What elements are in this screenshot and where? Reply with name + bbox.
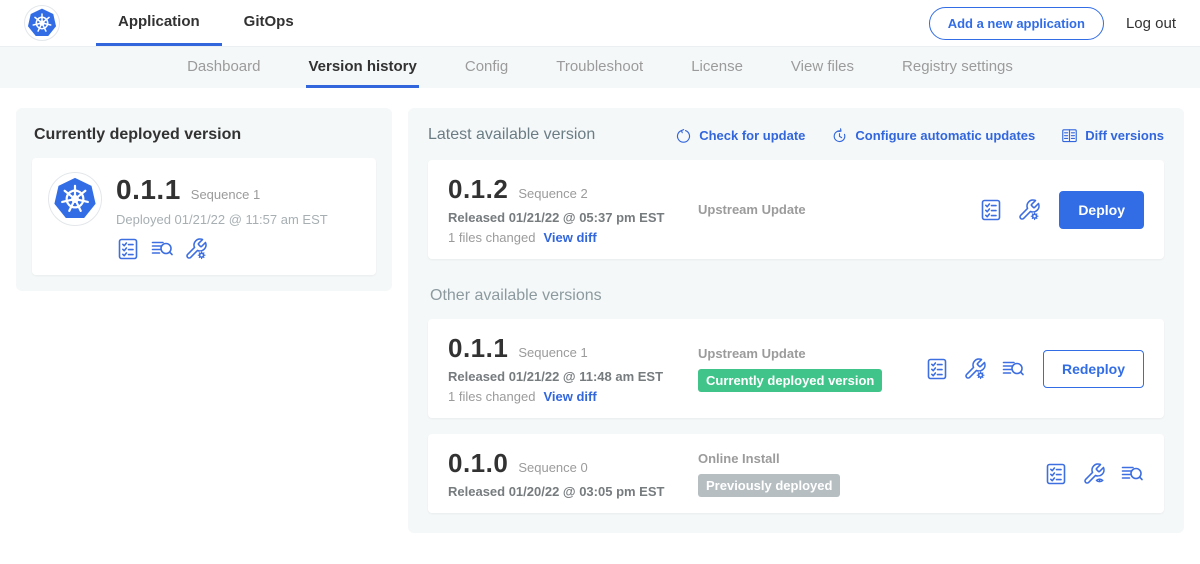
version-card-0-1-0: 0.1.0 Sequence 0 Released 01/20/22 @ 03:…: [428, 434, 1164, 513]
app-logo: [24, 0, 60, 46]
released-timestamp: Released 01/21/22 @ 11:48 am EST: [448, 369, 698, 384]
release-notes-icon[interactable]: [1044, 462, 1068, 486]
history-icon: [831, 127, 848, 144]
currently-deployed-badge: Currently deployed version: [698, 369, 882, 392]
app-avatar: [48, 172, 102, 226]
tab-gitops[interactable]: GitOps: [222, 0, 316, 46]
view-config-icon[interactable]: [1082, 462, 1106, 486]
configure-automatic-updates-link[interactable]: Configure automatic updates: [831, 127, 1035, 144]
released-timestamp: Released 01/21/22 @ 05:37 pm EST: [448, 210, 698, 225]
version-sequence: Sequence 0: [518, 460, 587, 475]
kubernetes-logo: [24, 5, 60, 41]
app-sub-nav: Dashboard Version history Config Trouble…: [0, 47, 1200, 88]
version-source: Online Install: [698, 451, 780, 466]
release-notes-icon[interactable]: [925, 357, 949, 381]
edit-config-icon[interactable]: [1017, 198, 1041, 222]
version-history-page: Currently deployed version 0.1: [0, 88, 1200, 553]
latest-available-title: Latest available version: [428, 126, 595, 144]
deployed-sequence: Sequence 1: [191, 187, 260, 202]
check-for-update-label: Check for update: [699, 128, 805, 143]
top-nav-tabs: Application GitOps: [96, 0, 316, 46]
tab-application[interactable]: Application: [96, 0, 222, 46]
previously-deployed-badge: Previously deployed: [698, 474, 840, 497]
version-number: 0.1.1: [448, 333, 508, 364]
edit-config-icon[interactable]: [963, 357, 987, 381]
top-nav: Application GitOps Add a new application…: [0, 0, 1200, 47]
view-diff-link[interactable]: View diff: [543, 389, 596, 404]
view-files-icon[interactable]: [1001, 357, 1025, 381]
deploy-button[interactable]: Deploy: [1059, 191, 1144, 229]
add-new-application-button[interactable]: Add a new application: [929, 7, 1104, 40]
deployed-version-number: 0.1.1: [116, 174, 181, 206]
view-diff-link[interactable]: View diff: [543, 230, 596, 245]
other-versions-title: Other available versions: [430, 287, 1164, 305]
view-files-icon[interactable]: [150, 237, 174, 261]
edit-config-icon[interactable]: [184, 237, 208, 261]
version-number: 0.1.0: [448, 448, 508, 479]
subtab-troubleshoot[interactable]: Troubleshoot: [554, 47, 645, 88]
subtab-dashboard[interactable]: Dashboard: [185, 47, 262, 88]
files-changed-label: 1 files changed: [448, 230, 535, 245]
version-sequence: Sequence 2: [518, 186, 587, 201]
subtab-config[interactable]: Config: [463, 47, 510, 88]
currently-deployed-title: Currently deployed version: [34, 126, 376, 144]
subtab-view-files[interactable]: View files: [789, 47, 856, 88]
version-card-0-1-2: 0.1.2 Sequence 2 Released 01/21/22 @ 05:…: [428, 160, 1164, 259]
refresh-icon: [675, 127, 692, 144]
available-versions-panel: Latest available version Check for updat…: [408, 108, 1184, 533]
deployed-timestamp: Deployed 01/21/22 @ 11:57 am EST: [116, 212, 328, 227]
release-notes-icon[interactable]: [979, 198, 1003, 222]
diff-icon: [1061, 127, 1078, 144]
logout-button[interactable]: Log out: [1126, 15, 1176, 32]
released-timestamp: Released 01/20/22 @ 03:05 pm EST: [448, 484, 698, 499]
subtab-license[interactable]: License: [689, 47, 745, 88]
check-for-update-link[interactable]: Check for update: [675, 127, 805, 144]
files-changed-label: 1 files changed: [448, 389, 535, 404]
diff-versions-link[interactable]: Diff versions: [1061, 127, 1164, 144]
version-source: Upstream Update: [698, 346, 806, 361]
version-card-0-1-1: 0.1.1 Sequence 1 Released 01/21/22 @ 11:…: [428, 319, 1164, 418]
view-files-icon[interactable]: [1120, 462, 1144, 486]
subtab-registry-settings[interactable]: Registry settings: [900, 47, 1015, 88]
kubernetes-logo-icon: [27, 8, 57, 38]
redeploy-button[interactable]: Redeploy: [1043, 350, 1144, 388]
kubernetes-logo-icon: [53, 177, 97, 221]
configure-automatic-updates-label: Configure automatic updates: [855, 128, 1035, 143]
currently-deployed-card: Currently deployed version 0.1: [16, 108, 392, 291]
subtab-version-history[interactable]: Version history: [306, 47, 418, 88]
version-number: 0.1.2: [448, 174, 508, 205]
deployed-version-box: 0.1.1 Sequence 1 Deployed 01/21/22 @ 11:…: [32, 158, 376, 275]
release-notes-icon[interactable]: [116, 237, 140, 261]
version-source: Upstream Update: [698, 202, 806, 217]
diff-versions-label: Diff versions: [1085, 128, 1164, 143]
version-sequence: Sequence 1: [518, 345, 587, 360]
